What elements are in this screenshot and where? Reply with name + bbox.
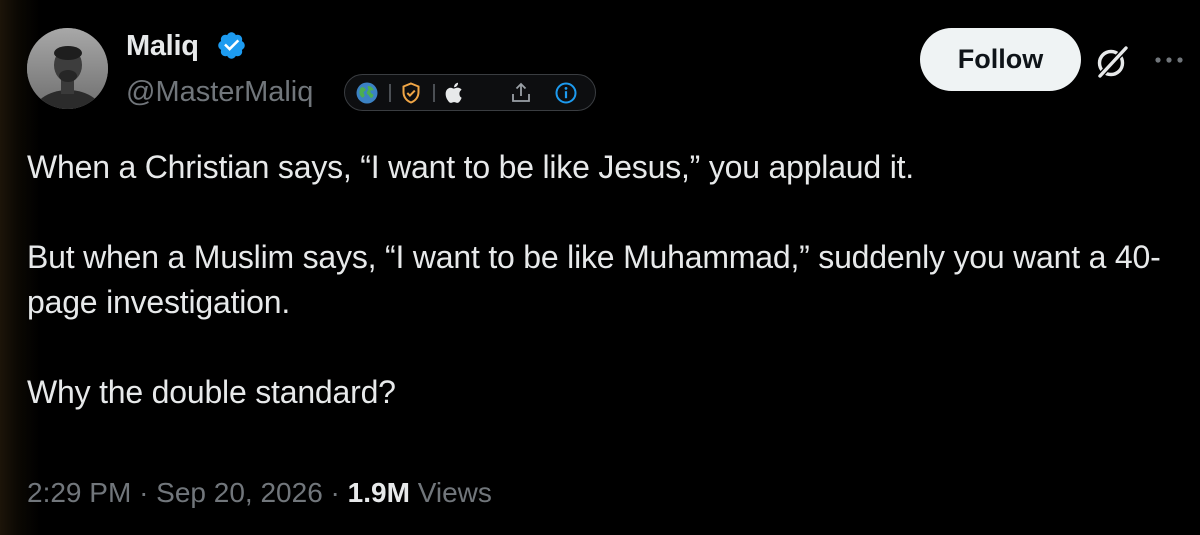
tweet-meta: 2:29 PM · Sep 20, 2026 · 1.9M Views — [27, 475, 492, 511]
verified-badge-icon[interactable] — [216, 30, 247, 61]
author-display-name[interactable]: Maliq — [126, 29, 199, 63]
tweet-time[interactable]: 2:29 PM — [27, 477, 131, 508]
avatar[interactable] — [27, 28, 108, 109]
views-count[interactable]: 1.9M — [348, 477, 410, 508]
tweet-card: Maliq @MasterMaliq Follow When a Christi… — [0, 0, 1200, 535]
shield-check-icon[interactable] — [399, 81, 423, 105]
author-handle[interactable]: @MasterMaliq — [126, 75, 313, 109]
tweet-paragraph: When a Christian says, “I want to be lik… — [27, 149, 914, 185]
tweet-date[interactable]: Sep 20, 2026 — [156, 477, 323, 508]
grok-icon[interactable] — [1092, 42, 1132, 82]
affiliation-badges — [344, 74, 596, 111]
more-options-icon[interactable] — [1153, 48, 1185, 72]
avatar-photo — [27, 28, 108, 109]
meta-separator: · — [330, 477, 340, 508]
meta-separator: · — [139, 477, 149, 508]
follow-button[interactable]: Follow — [920, 28, 1081, 91]
views-label: Views — [417, 477, 492, 508]
tweet-paragraph: But when a Muslim says, “I want to be li… — [27, 239, 1161, 320]
apple-icon[interactable] — [443, 81, 467, 105]
affiliation-divider — [433, 84, 435, 102]
affiliation-divider — [389, 84, 391, 102]
globe-icon[interactable] — [355, 81, 379, 105]
tweet-text: When a Christian says, “I want to be lik… — [27, 145, 1177, 415]
tweet-paragraph: Why the double standard? — [27, 374, 396, 410]
info-icon[interactable] — [554, 81, 578, 105]
share-icon[interactable] — [509, 81, 533, 105]
